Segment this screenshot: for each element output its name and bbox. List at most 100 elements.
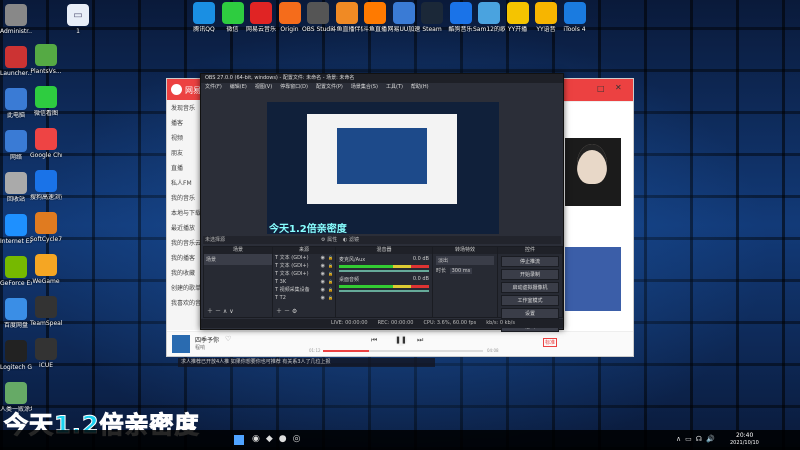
props-button[interactable]: ⚙ 属性	[321, 236, 337, 244]
add-scene-icon[interactable]: ＋	[207, 308, 213, 315]
lock-icon[interactable]: 🔒	[328, 294, 333, 302]
sidebar-item[interactable]: 我喜欢的音乐	[167, 295, 207, 310]
desktop-left-icon-4[interactable]: 回收站	[0, 172, 32, 203]
maximize-icon[interactable]: □	[597, 84, 605, 93]
desktop-icon-1[interactable]: 微信	[217, 2, 249, 33]
control-button-2[interactable]: 启动虚拟摄像机	[501, 282, 559, 293]
obs-preview[interactable]: 今天1.2倍亲密度	[267, 102, 499, 234]
source-item[interactable]: T T2 ◉ 🔒	[273, 294, 335, 302]
control-button-1[interactable]: 开始录制	[501, 269, 559, 280]
sidebar-item[interactable]: 我的播客	[167, 250, 203, 265]
obs-menu-item[interactable]: 视图(V)	[255, 83, 272, 91]
desktop-icon-6[interactable]: 斗鱼直播	[359, 2, 391, 33]
source-item[interactable]: T 视频采集设备 ◉ 🔒	[273, 286, 335, 294]
sidebar-item[interactable]: 创建的歌单	[167, 280, 203, 295]
sidebar-item[interactable]: 本地与下载	[167, 205, 203, 220]
sidebar-item[interactable]: 我的音乐云盘	[167, 235, 207, 250]
lock-icon[interactable]: 🔒	[328, 254, 333, 262]
desktop-icon-0[interactable]: 腾讯QQ	[188, 2, 220, 33]
desktop-file-icon[interactable]: ▭ 1	[48, 4, 108, 35]
desktop-left-icon-1[interactable]: Launcher...	[0, 46, 32, 77]
desktop-icon-2[interactable]: 网易云音乐	[245, 2, 277, 33]
artist-banner[interactable]	[565, 138, 621, 206]
obs-menu-item[interactable]: 配置文件(P)	[316, 83, 343, 91]
sidebar-item[interactable]: 朋友	[167, 145, 203, 160]
sidebar-item[interactable]: 我的音乐	[167, 190, 203, 205]
sidebar-item[interactable]: 我的收藏	[167, 265, 203, 280]
windows-start-icon[interactable]	[234, 435, 244, 445]
desktop-icon-10[interactable]: Sam12的歌	[473, 2, 505, 33]
eye-icon[interactable]: ◉	[321, 254, 325, 262]
lock-icon[interactable]: 🔒	[328, 262, 333, 270]
remove-scene-icon[interactable]: －	[215, 308, 221, 315]
desktop-icon-12[interactable]: YY语音	[530, 2, 562, 33]
sidebar-item[interactable]: 私人FM	[167, 175, 203, 190]
desktop-icon-11[interactable]: YY开播	[502, 2, 534, 33]
desktop-left-icon-3[interactable]: 网络	[0, 130, 32, 161]
eye-icon[interactable]: ◉	[321, 270, 325, 278]
like-icon[interactable]: ♡	[225, 335, 231, 343]
desktop-icon-13[interactable]: iTools 4	[559, 2, 591, 33]
close-icon[interactable]: ✕	[615, 83, 622, 92]
source-item[interactable]: T 3K ◉ 🔒	[273, 278, 335, 286]
source-settings-icon[interactable]: ⚙	[292, 308, 297, 315]
quality-badge[interactable]: 标准	[543, 338, 558, 347]
desktop-left-icon-15[interactable]: WeGame	[30, 254, 62, 285]
desktop-left-icon-10[interactable]: PlantsVs...	[30, 44, 62, 75]
filter-button[interactable]: ◐ 滤镜	[343, 236, 359, 244]
remove-source-icon[interactable]: －	[284, 308, 290, 315]
prev-icon[interactable]: ⏮	[371, 336, 377, 345]
desktop-icon-5[interactable]: 斗鱼直播伴侣	[331, 2, 363, 33]
move-up-icon[interactable]: ∧	[223, 308, 227, 315]
volume-slider[interactable]	[339, 270, 429, 272]
progress-bar[interactable]	[323, 350, 483, 352]
sidebar-item[interactable]: 播客	[167, 115, 203, 130]
obs-menu-item[interactable]: 停靠窗口(D)	[280, 83, 308, 91]
desktop-icon-8[interactable]: Steam	[416, 2, 448, 33]
add-source-icon[interactable]: ＋	[276, 308, 282, 315]
control-button-3[interactable]: 工作室模式	[501, 295, 559, 306]
desktop-left-icon-13[interactable]: 搜狗高速浏览器	[30, 170, 62, 201]
desktop-left-icon-14[interactable]: SoftCycle7 2021版	[30, 212, 62, 243]
eye-icon[interactable]: ◉	[321, 278, 325, 286]
duration-input[interactable]: 300 ms	[449, 268, 473, 274]
obs-menu-item[interactable]: 帮助(H)	[411, 83, 429, 91]
lock-icon[interactable]: 🔒	[328, 270, 333, 278]
eye-icon[interactable]: ◉	[321, 294, 325, 302]
eye-icon[interactable]: ◉	[321, 286, 325, 294]
obs-menu-item[interactable]: 文件(F)	[205, 83, 222, 91]
desktop-left-icon-12[interactable]: Google Chrome	[30, 128, 62, 159]
scene-item[interactable]: 场景	[204, 254, 272, 265]
lock-icon[interactable]: 🔒	[328, 278, 333, 286]
album-thumb[interactable]	[172, 335, 190, 353]
desktop-left-icon-0[interactable]: Administr...	[0, 4, 32, 35]
control-button-0[interactable]: 停止推流	[501, 256, 559, 267]
next-icon[interactable]: ⏭	[417, 336, 423, 345]
source-item[interactable]: T 文本 (GDI+) ◉ 🔒	[273, 270, 335, 278]
lock-icon[interactable]: 🔒	[328, 286, 333, 294]
desktop-icon-4[interactable]: OBS Studio	[302, 2, 334, 33]
desktop-left-icon-6[interactable]: GeForce Experience	[0, 256, 32, 287]
obs-menu-item[interactable]: 场景集合(S)	[351, 83, 378, 91]
desktop-left-icon-2[interactable]: 此电脑	[0, 88, 32, 119]
desktop-icon-7[interactable]: 网易UU加速器	[388, 2, 420, 33]
sidebar-item[interactable]: 最近播放	[167, 220, 203, 235]
source-item[interactable]: T 文本 (GDI+) ◉ 🔒	[273, 262, 335, 270]
desktop-icon-3[interactable]: Origin	[274, 2, 306, 33]
obs-menu-item[interactable]: 工具(T)	[386, 83, 403, 91]
transition-select[interactable]: 淡出	[436, 256, 494, 265]
eye-icon[interactable]: ◉	[321, 262, 325, 270]
play-pause-button[interactable]: ❚❚	[395, 334, 407, 346]
desktop-left-icon-16[interactable]: TeamSpeak 3	[30, 296, 62, 327]
control-button-4[interactable]: 设置	[501, 308, 559, 319]
obs-window[interactable]: OBS 27.0.0 (64-bit, windows) - 配置文件: 未命名…	[200, 73, 564, 332]
source-item[interactable]: T 文本 (GDI+) ◉ 🔒	[273, 254, 335, 262]
desktop-left-icon-7[interactable]: 百度网盘	[0, 298, 32, 329]
desktop-left-icon-8[interactable]: Logitech G HUB	[0, 340, 32, 371]
desktop-left-icon-5[interactable]: Internet Explorer	[0, 214, 32, 245]
obs-menu-item[interactable]: 编辑(E)	[230, 83, 247, 91]
album-card[interactable]	[565, 247, 621, 311]
desktop-left-icon-17[interactable]: iCUE	[30, 338, 62, 369]
desktop-left-icon-9[interactable]: 人类一败涂地 Human Fa...	[0, 382, 32, 413]
sidebar-item[interactable]: 发现音乐	[167, 100, 203, 115]
